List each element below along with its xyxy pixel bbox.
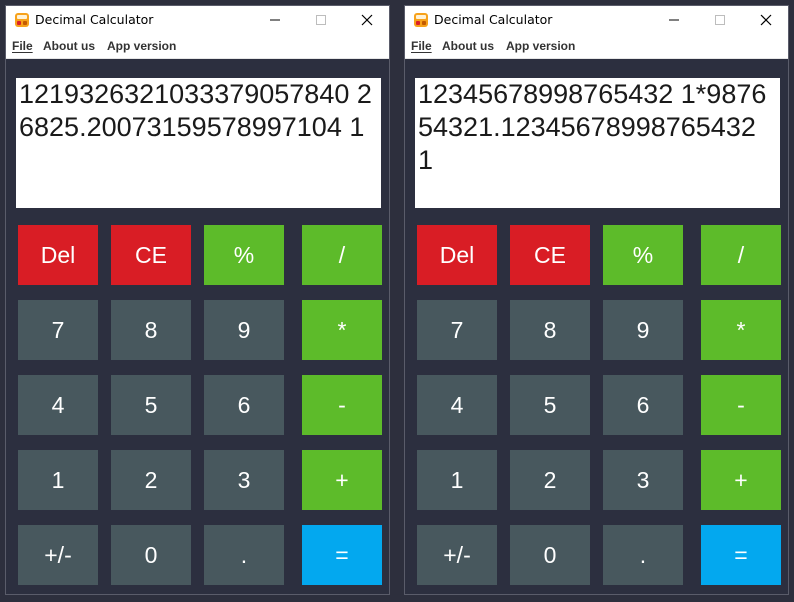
close-button[interactable] (344, 6, 389, 34)
clear-entry-button[interactable]: CE (111, 225, 191, 285)
percent-button[interactable]: % (603, 225, 683, 285)
digit-7-button[interactable]: 7 (18, 300, 98, 360)
subtract-button[interactable]: - (701, 375, 781, 435)
del-button[interactable]: Del (18, 225, 98, 285)
title-bar[interactable]: Decimal Calculator (6, 6, 389, 34)
calculator-app-icon (14, 12, 30, 28)
digit-6-button[interactable]: 6 (603, 375, 683, 435)
calculator-display: 12345678998765432 1*9876 54321.123456789… (415, 78, 780, 208)
digit-7-button[interactable]: 7 (417, 300, 497, 360)
menu-file[interactable]: File (12, 34, 33, 58)
divide-button[interactable]: / (302, 225, 382, 285)
maximize-button[interactable] (298, 6, 344, 34)
add-button[interactable]: + (701, 450, 781, 510)
equals-button[interactable]: = (701, 525, 781, 585)
digit-3-button[interactable]: 3 (603, 450, 683, 510)
maximize-icon (316, 15, 326, 25)
menu-about-us[interactable]: About us (43, 34, 95, 58)
maximize-icon (715, 15, 725, 25)
calculator-display: 1219326321033379057840 26825.20073159578… (16, 78, 381, 208)
digit-8-button[interactable]: 8 (111, 300, 191, 360)
digit-0-button[interactable]: 0 (111, 525, 191, 585)
menu-app-version[interactable]: App version (506, 34, 575, 58)
window-title: Decimal Calculator (434, 12, 553, 27)
digit-1-button[interactable]: 1 (417, 450, 497, 510)
minimize-button[interactable] (252, 6, 298, 34)
multiply-button[interactable]: * (701, 300, 781, 360)
digit-5-button[interactable]: 5 (111, 375, 191, 435)
menu-file[interactable]: File (411, 34, 432, 58)
subtract-button[interactable]: - (302, 375, 382, 435)
maximize-button[interactable] (697, 6, 743, 34)
digit-3-button[interactable]: 3 (204, 450, 284, 510)
divide-button[interactable]: / (701, 225, 781, 285)
digit-2-button[interactable]: 2 (111, 450, 191, 510)
digit-0-button[interactable]: 0 (510, 525, 590, 585)
digit-4-button[interactable]: 4 (417, 375, 497, 435)
negate-button[interactable]: +/- (417, 525, 497, 585)
digit-1-button[interactable]: 1 (18, 450, 98, 510)
digit-8-button[interactable]: 8 (510, 300, 590, 360)
negate-button[interactable]: +/- (18, 525, 98, 585)
del-button[interactable]: Del (417, 225, 497, 285)
percent-button[interactable]: % (204, 225, 284, 285)
close-icon (361, 14, 373, 26)
menu-bar: File About us App version (6, 34, 389, 59)
calculator-app-icon (413, 12, 429, 28)
digit-5-button[interactable]: 5 (510, 375, 590, 435)
close-icon (760, 14, 772, 26)
digit-9-button[interactable]: 9 (204, 300, 284, 360)
menu-bar: File About us App version (405, 34, 788, 59)
digit-4-button[interactable]: 4 (18, 375, 98, 435)
equals-button[interactable]: = (302, 525, 382, 585)
digit-2-button[interactable]: 2 (510, 450, 590, 510)
menu-about-us[interactable]: About us (442, 34, 494, 58)
close-button[interactable] (743, 6, 788, 34)
title-bar[interactable]: Decimal Calculator (405, 6, 788, 34)
multiply-button[interactable]: * (302, 300, 382, 360)
digit-9-button[interactable]: 9 (603, 300, 683, 360)
window-title: Decimal Calculator (35, 12, 154, 27)
minimize-button[interactable] (651, 6, 697, 34)
calculator-window-right: Decimal Calculator File About us App ver… (404, 5, 789, 595)
decimal-point-button[interactable]: . (603, 525, 683, 585)
digit-6-button[interactable]: 6 (204, 375, 284, 435)
add-button[interactable]: + (302, 450, 382, 510)
menu-app-version[interactable]: App version (107, 34, 176, 58)
clear-entry-button[interactable]: CE (510, 225, 590, 285)
minimize-icon (669, 19, 679, 21)
minimize-icon (270, 19, 280, 21)
calculator-window-left: Decimal Calculator File About us App ver… (5, 5, 390, 595)
decimal-point-button[interactable]: . (204, 525, 284, 585)
